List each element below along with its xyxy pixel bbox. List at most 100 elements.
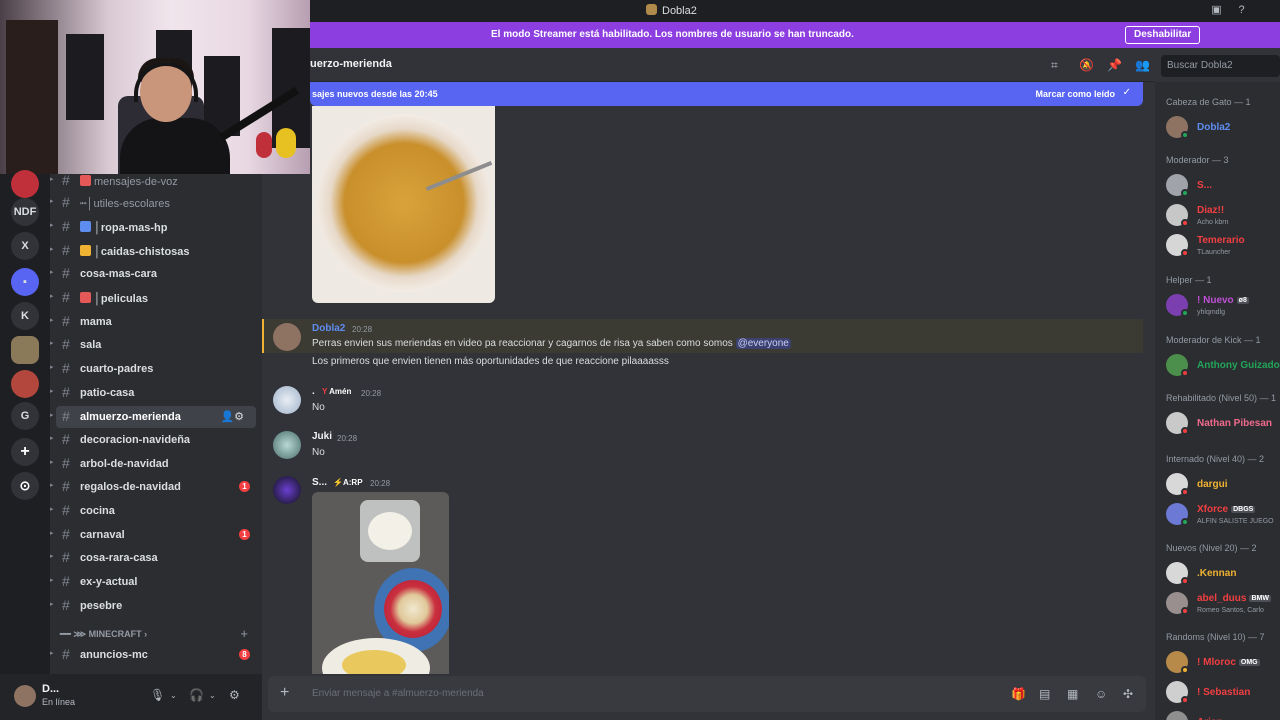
member-name: Temerario <box>1197 235 1245 246</box>
hash-icon: # <box>62 408 70 424</box>
server-icon-x[interactable]: X <box>11 232 39 260</box>
gift-icon[interactable]: 🎁 <box>1011 687 1026 701</box>
window-title: Dobla2 <box>646 4 697 17</box>
status-dot <box>1181 219 1189 227</box>
member-item[interactable]: Anthony Guizado <box>1166 352 1280 382</box>
member-item[interactable]: S... <box>1166 172 1280 202</box>
members-icon[interactable]: 👥 <box>1135 58 1150 72</box>
mark-read-icon[interactable]: ✓ <box>1123 87 1131 98</box>
headphones-icon[interactable]: 🎧 <box>189 688 204 702</box>
server-icon-g[interactable]: G <box>11 402 39 430</box>
streamer-mode-banner: El modo Streamer está habilitado. Los no… <box>310 22 1280 48</box>
sidebar-item-16[interactable]: ▸ # cosa-rara-casa <box>50 547 262 569</box>
chevron-right-icon: ▸ <box>50 412 54 419</box>
sidebar-item-18[interactable]: ▸ # pesebre <box>50 595 262 617</box>
server-icon-6[interactable] <box>11 370 39 398</box>
role-tag: ⚡A:RP <box>333 478 363 487</box>
add-server-icon[interactable]: + <box>11 438 39 466</box>
member-item[interactable]: ! Mloroc OMG <box>1166 649 1280 679</box>
composer-placeholder[interactable]: Enviar mensaje a #almuerzo-merienda <box>312 688 484 699</box>
member-item[interactable]: ! Nuevo ø8 yhlqmdlg <box>1166 292 1280 322</box>
member-item[interactable]: Xforce DBGS ALFIN SALISTE JUEGO <box>1166 501 1280 531</box>
channel-name-text: pesebre <box>80 600 123 612</box>
member-item[interactable]: Arian <box>1166 709 1280 720</box>
inbox-icon[interactable]: ▣ <box>1210 4 1223 17</box>
guild-tag: OMG <box>1238 659 1260 666</box>
mention-everyone[interactable]: @everyone <box>735 338 791 349</box>
emoji-icon[interactable]: ☺ <box>1095 687 1107 701</box>
attachment-image-soup[interactable] <box>312 106 495 303</box>
message-content-line2: Los primeros que envien tienen más oport… <box>312 356 669 367</box>
sidebar-item-9[interactable]: ▸ # patio-casa <box>50 382 262 404</box>
server-icon-5[interactable] <box>11 336 39 364</box>
sidebar-item-4[interactable]: ▸ # cosa-mas-cara <box>50 263 262 285</box>
channel-name-text: │peliculas <box>94 293 148 305</box>
sidebar-item-13[interactable]: ▸ # regalos-de-navidad 1 <box>50 476 262 498</box>
settings-gear-icon[interactable]: ⚙ <box>229 688 240 702</box>
guild-tag: DBGS <box>1231 506 1256 513</box>
avatar[interactable] <box>273 431 301 459</box>
message-author[interactable]: . <box>312 386 315 397</box>
sidebar-item-14[interactable]: ▸ # cocina <box>50 500 262 522</box>
sidebar-item-10[interactable]: ▸ # almuerzo-merienda 👤⚙ <box>50 406 256 428</box>
server-icon-0[interactable] <box>11 170 39 198</box>
attach-plus-icon[interactable]: + <box>280 684 289 702</box>
user-panel: D... En línea 🎙 ⌄ 🎧 ⌄ ⚙ <box>0 674 262 720</box>
apps-icon[interactable]: ✣ <box>1123 687 1133 701</box>
attachment-image-food[interactable] <box>312 492 449 674</box>
server-icon-ndf[interactable]: NDF <box>11 198 39 226</box>
avatar[interactable] <box>273 476 301 504</box>
sidebar-item-1[interactable]: ▸ # ┉│utiles-escolares <box>50 192 262 214</box>
member-item[interactable]: Dobla2 <box>1166 114 1280 144</box>
sidebar-item-0[interactable]: ▸ # mensajes-de-voz <box>50 174 262 192</box>
sidebar-item-7[interactable]: ▸ # sala <box>50 334 262 356</box>
member-item[interactable]: Temerario TLauncher <box>1166 232 1280 262</box>
member-item[interactable]: Nathan Pibesan <box>1166 410 1280 440</box>
sidebar-item-6[interactable]: ▸ # mama <box>50 311 262 333</box>
unread-badge: 1 <box>239 529 250 540</box>
category-minecraft[interactable]: ━━ ⋙ MINECRAFT › <box>60 629 147 640</box>
member-item[interactable]: .Kennan <box>1166 560 1280 590</box>
sidebar-item-5[interactable]: ▸ # │peliculas <box>50 287 262 309</box>
mark-as-read-button[interactable]: Marcar como leído <box>1035 89 1115 99</box>
sidebar-item-11[interactable]: ▸ # decoracion-navideña <box>50 429 262 451</box>
add-channel-icon[interactable]: + <box>240 626 248 641</box>
message-author[interactable]: Dobla2 <box>312 323 345 334</box>
sidebar-item-15[interactable]: ▸ # carnaval 1 <box>50 524 262 546</box>
channel-actions[interactable]: 👤⚙ <box>220 410 244 423</box>
sidebar-item-2[interactable]: ▸ # │ropa-mas-hp <box>50 216 262 238</box>
member-item[interactable]: dargui <box>1166 471 1280 501</box>
chevron-down-icon[interactable]: ⌄ <box>209 691 216 700</box>
sidebar-item-mc-0[interactable]: ▸ # anuncios-mc 8 <box>50 644 262 666</box>
channel-name-text: ex-y-actual <box>80 576 138 588</box>
microphone-icon[interactable]: 🎙 <box>150 688 165 702</box>
avatar[interactable] <box>273 323 301 351</box>
server-icon-k[interactable]: K <box>11 302 39 330</box>
role-tag-text: A:RP <box>342 478 363 487</box>
member-group-header: Moderador — 3 <box>1166 155 1229 165</box>
member-item[interactable]: ! Sebastian <box>1166 679 1280 709</box>
disable-streamer-button[interactable]: Deshabilitar <box>1125 26 1201 44</box>
chevron-down-icon[interactable]: ⌄ <box>170 691 177 700</box>
gif-icon[interactable]: ▤ <box>1039 687 1050 701</box>
message-author[interactable]: Juki <box>312 431 332 442</box>
message-author[interactable]: S... <box>312 477 327 488</box>
explore-icon[interactable]: ⊙ <box>11 472 39 500</box>
help-icon[interactable]: ? <box>1235 4 1248 17</box>
new-messages-bar[interactable]: sajes nuevos desde las 20:45 Marcar como… <box>310 82 1143 106</box>
sidebar-item-17[interactable]: ▸ # ex-y-actual <box>50 571 262 593</box>
member-item[interactable]: abel_duus BMW Romeo Santos, Carlo <box>1166 590 1280 620</box>
sticker-icon[interactable]: ▦ <box>1067 687 1078 701</box>
sidebar-item-12[interactable]: ▸ # arbol-de-navidad <box>50 453 262 475</box>
avatar[interactable] <box>14 685 36 707</box>
threads-icon[interactable]: ⌗ <box>1051 58 1058 73</box>
pin-icon[interactable]: 📌 <box>1107 58 1122 72</box>
server-folder-icon[interactable]: ▪ <box>11 268 39 296</box>
sidebar-item-3[interactable]: ▸ # │caidas-chistosas <box>50 240 262 262</box>
member-item[interactable]: Diaz!! Acho kbrn <box>1166 202 1280 232</box>
message-composer[interactable]: + Enviar mensaje a #almuerzo-merienda 🎁 … <box>268 676 1146 712</box>
mute-bell-icon[interactable]: 🔕 <box>1079 58 1094 72</box>
search-input[interactable]: Buscar Dobla2 <box>1161 55 1280 77</box>
sidebar-item-8[interactable]: ▸ # cuarto-padres <box>50 358 262 380</box>
avatar[interactable] <box>273 386 301 414</box>
